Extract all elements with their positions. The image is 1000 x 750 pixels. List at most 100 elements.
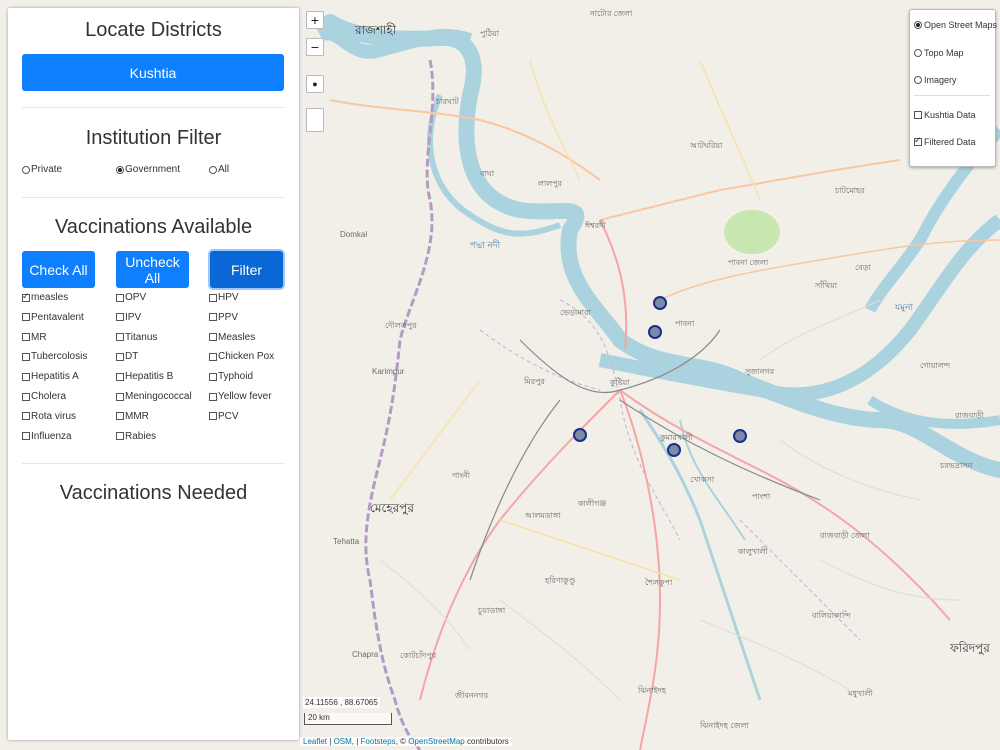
vaccine-checkbox-hepatitis-a[interactable]: Hepatitis A [22,371,79,382]
zoom-out-button[interactable]: − [306,38,324,56]
vaccine-checkbox-hepatitis-b[interactable]: Hepatitis B [116,371,173,382]
radio-icon[interactable] [209,165,217,174]
vaccine-checkbox-typhoid[interactable]: Typhoid [209,371,253,382]
uncheck-all-button[interactable]: Uncheck All [116,251,189,288]
checkbox-icon[interactable] [22,372,30,381]
osm-link[interactable]: OSM [334,737,352,746]
sidebar-panel: Locate Districts Kushtia Institution Fil… [8,8,299,740]
checkbox-icon[interactable] [209,412,217,421]
vaccine-checkbox-yellow-fever[interactable]: Yellow fever [209,391,272,402]
layer-open-street-maps[interactable]: Open Street Maps [914,20,997,30]
checkbox-icon[interactable] [209,313,217,322]
vaccine-checkbox-rabies[interactable]: Rabies [116,431,156,442]
map-place-label: ফরিদপুর [950,641,990,655]
radio-icon[interactable] [914,49,922,57]
vaccine-checkbox-hpv[interactable]: HPV [209,292,239,303]
blank-map-control[interactable] [306,108,324,132]
overlay-filtered-data[interactable]: Filtered Data [914,135,976,147]
layer-imagery[interactable]: Imagery [914,75,957,85]
checkbox-icon[interactable] [116,333,124,342]
map-place-label: Karimpur [372,367,405,376]
checkbox-icon[interactable] [209,392,217,401]
vaccine-label: Pentavalent [31,311,84,323]
vaccine-checkbox-ipv[interactable]: IPV [116,312,141,323]
overlay-kushtia-data[interactable]: Kushtia Data [914,110,976,120]
openstreetmap-link[interactable]: OpenStreetMap [408,737,464,746]
radio-icon[interactable] [22,165,30,174]
vaccine-checkbox-ppv[interactable]: PPV [209,312,238,323]
checkbox-icon[interactable] [116,412,124,421]
checkbox-icon[interactable] [209,372,217,381]
vaccine-label: Tubercolosis [31,351,88,363]
checkbox-icon[interactable] [116,352,124,361]
radio-government[interactable]: Government [116,164,180,175]
vaccine-checkbox-dt[interactable]: DT [116,351,138,362]
vaccine-checkbox-mmr[interactable]: MMR [116,411,149,422]
vaccine-checkbox-cholera[interactable]: Cholera [22,391,66,402]
checkbox-icon[interactable] [22,313,30,322]
vaccine-checkbox-pentavalent[interactable]: Pentavalent [22,312,84,323]
radio-private[interactable]: Private [22,164,62,175]
vaccine-label: PCV [218,410,239,422]
checkbox-icon[interactable] [22,412,30,421]
vaccine-checkbox-tubercolosis[interactable]: Tubercolosis [22,351,87,362]
checkbox-icon[interactable] [209,293,217,302]
facility-marker[interactable] [653,296,667,311]
map-place-label: পাবনা [675,319,695,328]
vaccine-checkbox-rota-virus[interactable]: Rota virus [22,411,76,422]
map-place-label: পাংশা [752,492,771,501]
vaccine-checkbox-mr[interactable]: MR [22,332,47,343]
vaccine-checkbox-chicken-pox[interactable]: Chicken Pox [209,351,274,362]
checkbox-icon[interactable] [116,372,124,381]
vaccine-checkbox-meningococcal[interactable]: Meningococcal [116,391,192,402]
checkbox-icon[interactable] [22,432,30,441]
map-place-label: মেহেরপুর [370,501,415,515]
district-kushtia-button[interactable]: Kushtia [22,54,284,91]
checkbox-icon[interactable] [209,333,217,342]
check-all-button[interactable]: Check All [22,251,95,288]
radio-all[interactable]: All [209,164,229,175]
map-place-label: ঝিনাইদহ [638,686,667,695]
checkbox-icon[interactable] [914,111,922,119]
map-place-label: কুষ্টিয়া [610,378,630,387]
vaccine-label: measles [31,292,69,303]
locate-button[interactable]: ● [306,75,324,93]
checkbox-icon[interactable] [22,291,30,302]
map-place-label: খোকসা [690,475,715,484]
map-place-label: পদ্মা নদী [470,240,501,250]
checkbox-icon[interactable] [209,352,217,361]
checkbox-icon[interactable] [116,313,124,322]
vaccine-checkbox-opv[interactable]: OPV [116,292,146,303]
facility-marker[interactable] [666,443,681,458]
checkbox-icon[interactable] [116,293,124,302]
radio-icon[interactable] [914,76,922,84]
vaccine-checkbox-pcv[interactable]: PCV [209,411,239,422]
map-place-label: চাটমোহর [835,186,865,195]
vaccinations-available-title: Vaccinations Available [54,216,253,238]
map-place-label: জীবননগর [455,691,489,700]
vaccine-checkbox-titanus[interactable]: Titanus [116,332,157,343]
footsteps-link[interactable]: Footsteps [361,737,396,746]
map-place-label: চরভদ্রাসন [940,461,973,470]
vaccine-label: Influenza [31,430,72,442]
zoom-in-button[interactable]: + [306,11,324,29]
radio-icon[interactable] [116,165,124,174]
vaccine-checkbox-influenza[interactable]: Influenza [22,431,72,442]
filter-button[interactable]: Filter [210,251,283,288]
checkbox-icon[interactable] [22,352,30,361]
vaccine-checkbox-measles[interactable]: Measles [209,332,255,343]
checkbox-icon[interactable] [116,392,124,401]
layer-topo-map[interactable]: Topo Map [914,48,964,58]
checkbox-icon[interactable] [116,432,124,441]
checkbox-icon[interactable] [22,333,30,342]
coordinate-readout: 24.11556 , 88.67065 [303,697,380,708]
divider [22,463,285,464]
map-place-label: হরিণাকুণ্ডু [545,576,576,585]
checkbox-icon[interactable] [914,135,922,146]
radio-icon[interactable] [914,21,922,29]
facility-marker[interactable] [573,428,587,442]
attribution: Leaflet | OSM, | Footsteps, © OpenStreet… [300,737,512,746]
leaflet-link[interactable]: Leaflet [303,737,327,746]
checkbox-icon[interactable] [22,392,30,401]
vaccine-checkbox-measles[interactable]: measles [22,291,69,303]
